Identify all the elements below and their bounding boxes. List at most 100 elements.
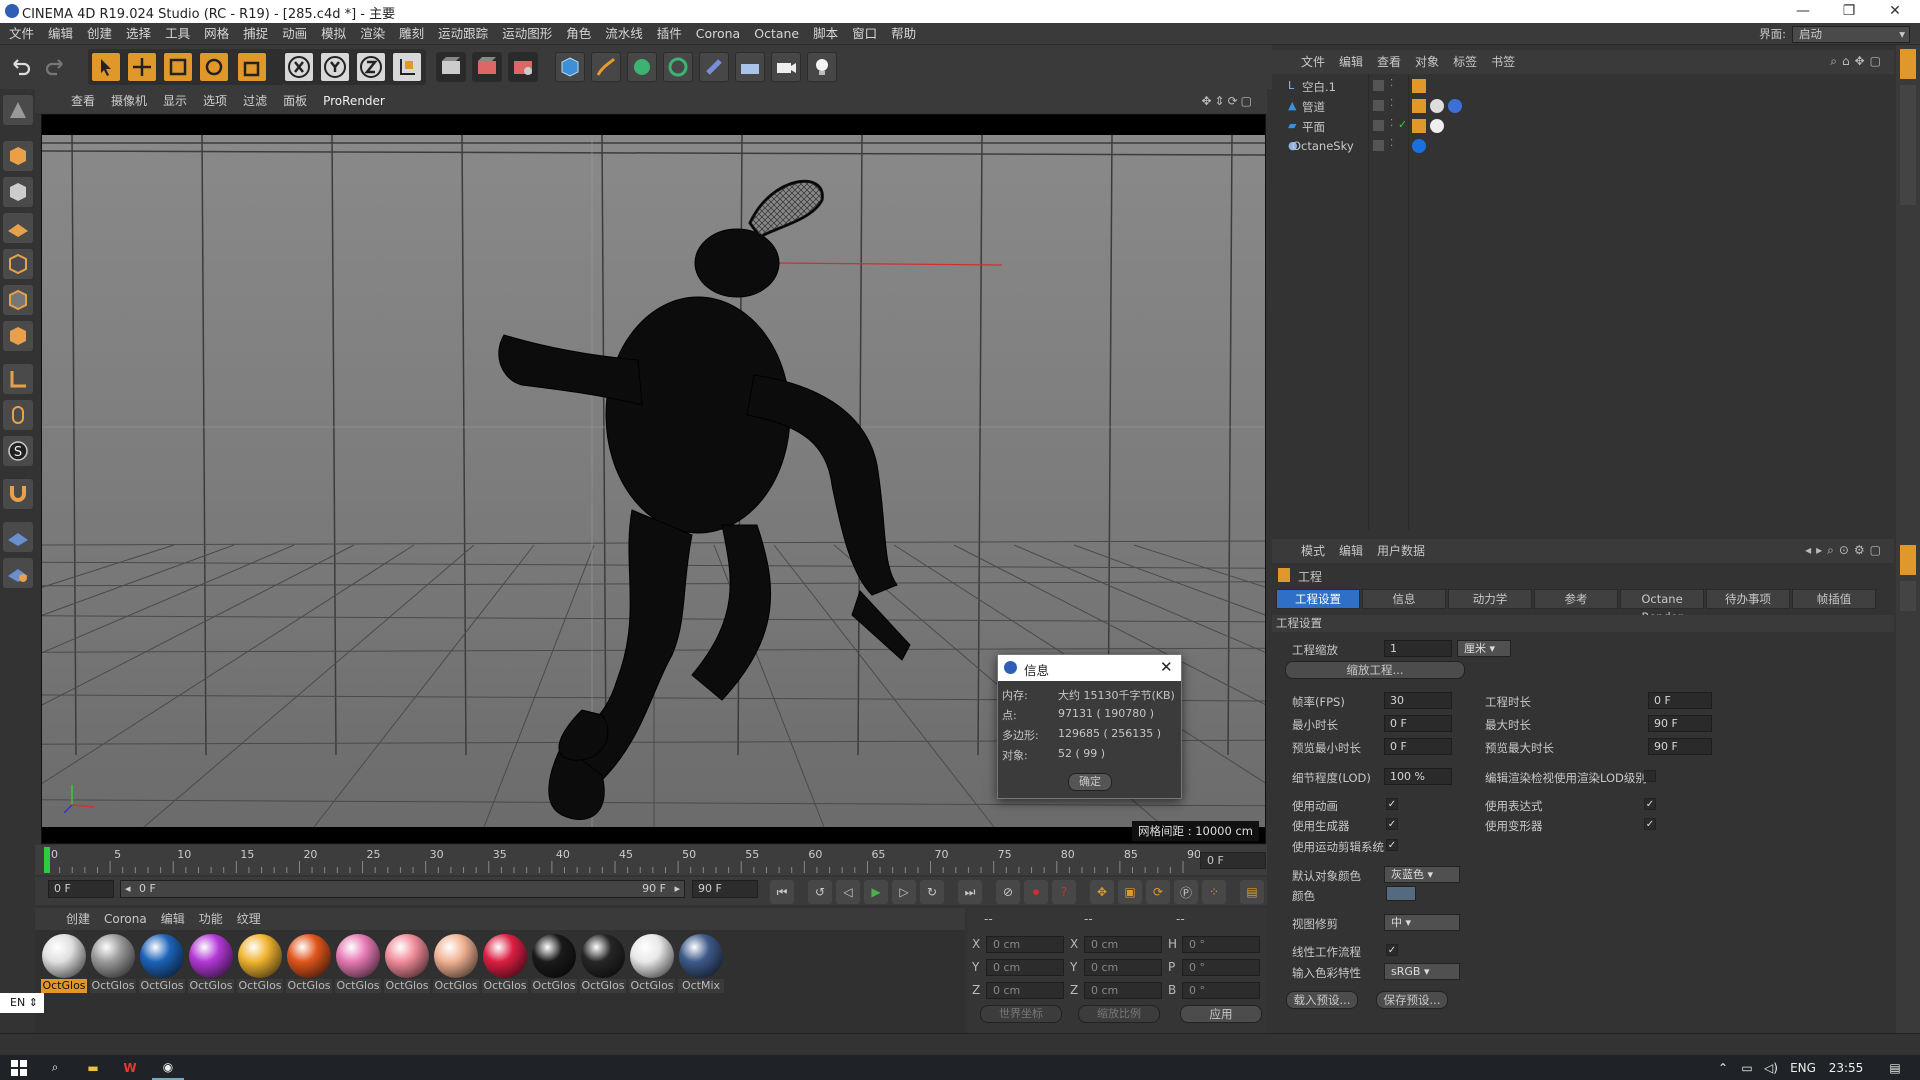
attribute-tab[interactable]: 信息 — [1362, 589, 1446, 609]
material-swatch[interactable]: OctGlos — [433, 934, 479, 994]
model-mode-button[interactable] — [3, 141, 33, 171]
object-tag-icon[interactable] — [1430, 119, 1444, 133]
viewport-menu-item[interactable]: 摄像机 — [103, 89, 155, 113]
material-menu-item[interactable]: 功能 — [192, 908, 230, 930]
scale-mode-dropdown[interactable]: 缩放比例 — [1078, 1005, 1160, 1023]
workplane-mode-button[interactable] — [3, 213, 33, 243]
live-select-button[interactable] — [91, 52, 121, 82]
timeline[interactable]: 0 5 10 15 20 25 30 35 40 45 50 55 60 65 70 75 80 85 90 — [35, 845, 1267, 875]
scale-project-button[interactable]: 缩放工程... — [1285, 661, 1465, 679]
render-to-picture-viewer-button[interactable] — [472, 52, 502, 82]
playhead[interactable] — [44, 847, 50, 873]
use-deformers-checkbox[interactable]: ✓ — [1644, 818, 1656, 830]
windows-start-icon[interactable] — [4, 1055, 34, 1080]
key-points-icon[interactable]: ⁘ — [1202, 880, 1226, 904]
viewport-menu-item[interactable]: ProRender — [315, 89, 393, 113]
polygons-mode-button[interactable] — [3, 321, 33, 351]
viewport-menu-item[interactable]: 面板 — [275, 89, 315, 113]
attribute-tab[interactable]: Octane Render — [1620, 589, 1704, 624]
viewport-menu-item[interactable]: 选项 — [195, 89, 235, 113]
render-dots-icon[interactable]: ⁚ — [1390, 118, 1393, 129]
view-clipping-dropdown[interactable]: 中 ▾ — [1384, 914, 1460, 931]
object-tag-icon[interactable] — [1412, 119, 1426, 133]
step-forward-icon[interactable]: ▷ — [892, 880, 916, 904]
material-menu-item[interactable]: 纹理 — [230, 908, 268, 930]
start-frame-field[interactable]: 0 F — [48, 880, 114, 898]
attribute-tab[interactable]: 参考 — [1534, 589, 1618, 609]
recent-tool-button[interactable] — [237, 52, 267, 82]
material-swatch[interactable]: OctGlos — [335, 934, 381, 994]
visibility-toggle-icon[interactable] — [1373, 100, 1384, 111]
autokey-icon[interactable]: ? — [1052, 880, 1076, 904]
save-preset-button[interactable]: 保存预设... — [1376, 991, 1448, 1009]
use-generators-checkbox[interactable]: ✓ — [1386, 818, 1398, 830]
menu-item[interactable]: 帮助 — [884, 23, 923, 45]
object-menu-item[interactable]: 对象 — [1408, 50, 1446, 74]
scale-field[interactable]: 1 — [1384, 640, 1452, 657]
volume-icon[interactable]: ◁) — [1761, 1055, 1781, 1080]
render-dots-icon[interactable]: ⁚ — [1390, 98, 1393, 109]
material-swatch[interactable]: OctGlos — [384, 934, 430, 994]
menu-item[interactable]: 流水线 — [598, 23, 650, 45]
material-menu-item[interactable]: Corona — [97, 908, 154, 930]
step-back-icon[interactable]: ◁ — [836, 880, 860, 904]
key-rotation-icon[interactable]: ⟳ — [1146, 880, 1170, 904]
material-swatch[interactable]: OctMix — [678, 934, 724, 994]
scale-button[interactable] — [163, 52, 193, 82]
keyframe-lock-icon[interactable]: ⊘ — [996, 880, 1020, 904]
cinema4d-taskbar-icon[interactable]: ◉ — [152, 1055, 184, 1080]
project-time-field[interactable]: 0 F — [1648, 692, 1712, 709]
visibility-toggle-icon[interactable] — [1373, 120, 1384, 131]
load-preset-button[interactable]: 载入预设... — [1286, 991, 1358, 1009]
object-menu-item[interactable]: 标签 — [1446, 50, 1484, 74]
side-tab-attributes[interactable] — [1900, 545, 1916, 575]
workplane-lock-button[interactable] — [3, 522, 33, 552]
restore-icon[interactable]: ❐ — [1826, 0, 1872, 23]
preview-min-field[interactable]: 0 F — [1384, 738, 1452, 755]
coord-size-field[interactable]: 0 cm — [1084, 959, 1162, 976]
visibility-toggle-icon[interactable] — [1373, 80, 1384, 91]
attribute-menu-item[interactable]: 编辑 — [1332, 539, 1370, 563]
menu-item[interactable]: 窗口 — [845, 23, 884, 45]
side-tab-objects[interactable] — [1900, 49, 1916, 79]
attribute-tab[interactable]: 待办事项 — [1706, 589, 1790, 609]
minimize-icon[interactable]: — — [1780, 0, 1826, 23]
material-menu-item[interactable]: 创建 — [59, 908, 97, 930]
attribute-tab[interactable]: 帧插值 — [1792, 589, 1876, 609]
material-swatch[interactable]: OctGlos — [286, 934, 332, 994]
y-axis-button[interactable] — [320, 52, 350, 82]
enabled-check-icon[interactable]: ✓ — [1398, 118, 1407, 131]
interface-dropdown[interactable]: 启动 ▾ — [1792, 25, 1910, 43]
render-view-button[interactable] — [436, 52, 466, 82]
lod-field[interactable]: 100 % — [1384, 768, 1452, 785]
menu-item[interactable]: 动画 — [275, 23, 314, 45]
edges-mode-button[interactable] — [3, 285, 33, 315]
viewport-menu-item[interactable]: 查看 — [63, 89, 103, 113]
menu-item[interactable]: 雕刻 — [392, 23, 431, 45]
object-menu-item[interactable]: 编辑 — [1332, 50, 1370, 74]
x-axis-button[interactable] — [284, 52, 314, 82]
menu-item[interactable]: 运动跟踪 — [431, 23, 495, 45]
end-frame-field[interactable]: 90 F — [692, 880, 758, 898]
redo-button[interactable] — [40, 52, 70, 82]
material-menu-item[interactable]: 编辑 — [154, 908, 192, 930]
goto-prev-key-icon[interactable]: ↺ — [808, 880, 832, 904]
coordinate-system-button[interactable] — [392, 52, 422, 82]
snap-button[interactable]: S — [3, 436, 33, 466]
object-tag-icon[interactable] — [1412, 99, 1426, 113]
fps-field[interactable]: 30 — [1384, 692, 1452, 709]
axis-mode-button[interactable] — [3, 364, 33, 394]
network-icon[interactable]: ▭ — [1737, 1055, 1757, 1080]
menu-item[interactable]: 脚本 — [806, 23, 845, 45]
close-icon[interactable]: ✕ — [1160, 658, 1173, 676]
material-swatch[interactable]: OctGlos — [139, 934, 185, 994]
object-manager-icons[interactable]: ⌕⌂✥▢ — [1830, 54, 1886, 69]
goto-next-key-icon[interactable]: ↻ — [920, 880, 944, 904]
object-tag-icon[interactable] — [1412, 139, 1426, 153]
current-frame-field[interactable]: 0 F — [1200, 852, 1266, 869]
visibility-toggle-icon[interactable] — [1373, 140, 1384, 151]
attribute-menu-item[interactable]: 模式 — [1294, 539, 1332, 563]
object-row[interactable]: L 空白.1 ⁚ — [1272, 77, 1894, 96]
notifications-icon[interactable]: ▤ — [1880, 1055, 1910, 1080]
menu-item[interactable]: 编辑 — [41, 23, 80, 45]
